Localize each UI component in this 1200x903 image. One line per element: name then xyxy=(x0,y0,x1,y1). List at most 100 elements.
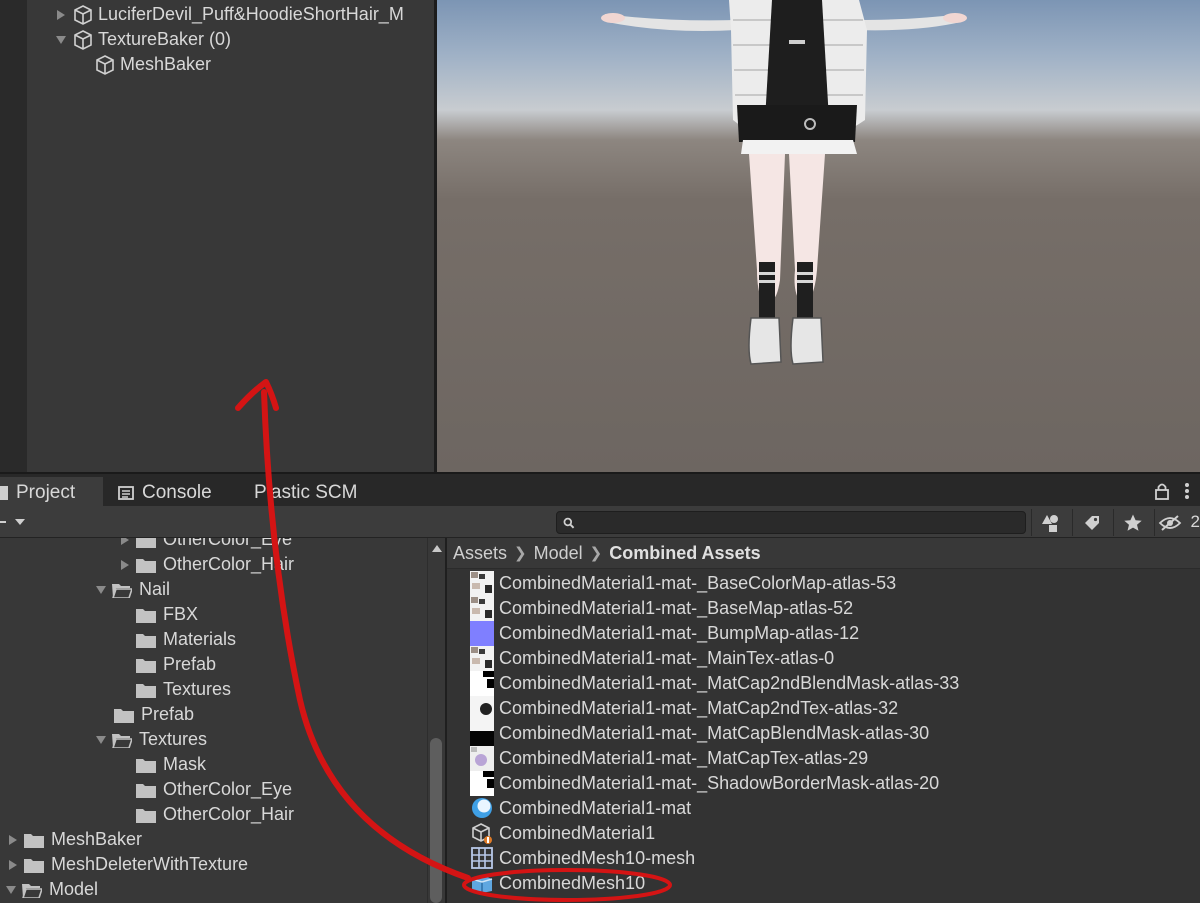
mask-thumbnail-icon xyxy=(470,721,494,746)
breadcrumb-current[interactable]: Combined Assets xyxy=(609,543,760,564)
collapsed-arrow-icon[interactable] xyxy=(118,558,132,572)
texture-thumbnail-icon xyxy=(470,596,494,621)
tree-item-label: Materials xyxy=(163,629,237,649)
folder-icon xyxy=(136,808,156,823)
asset-item[interactable]: CombinedMaterial1-mat-_ShadowBorderMask-… xyxy=(469,771,939,796)
texture-thumbnail-icon xyxy=(470,571,494,596)
asset-item[interactable]: CombinedMaterial1-mat-_MatCap2ndTex-atla… xyxy=(469,696,898,721)
folder-icon xyxy=(136,538,156,548)
tree-item-label: MeshBaker xyxy=(51,829,143,849)
avatar-model[interactable] xyxy=(437,0,1200,472)
asset-item[interactable]: CombinedMaterial1-mat-_MatCapBlendMask-a… xyxy=(469,721,929,746)
asset-item[interactable]: CombinedMaterial1-mat-_BaseColorMap-atla… xyxy=(469,571,896,596)
hierarchy-item[interactable]: TextureBaker (0) xyxy=(54,27,231,52)
asset-item-label: CombinedMaterial1 xyxy=(499,823,656,843)
eye-hidden-icon xyxy=(1158,514,1181,531)
scroll-up-arrow-icon[interactable] xyxy=(431,544,443,553)
asset-item[interactable]: CombinedMesh10 xyxy=(469,871,645,896)
breadcrumb-item[interactable]: Model xyxy=(534,543,583,564)
tree-item-label: OtherColor_Hair xyxy=(163,554,295,574)
create-dropdown[interactable] xyxy=(0,512,26,532)
tree-item[interactable]: OtherColor_Eye xyxy=(118,538,292,552)
mesh-grid-icon xyxy=(471,847,493,869)
asset-item[interactable]: CombinedMaterial1-mat xyxy=(469,796,691,821)
tree-item-label: OtherColor_Eye xyxy=(163,779,293,799)
project-toolbar: 2 xyxy=(0,506,1200,538)
chevron-right-icon: ❯ xyxy=(589,545,603,562)
tab-label: Plastic SCM xyxy=(254,481,358,503)
asset-item-label: CombinedMesh10-mesh xyxy=(499,848,696,868)
tab-plastic-scm[interactable]: Plastic SCM xyxy=(244,477,384,508)
hierarchy-item-label: LuciferDevil_Puff&HoodieShortHair_M xyxy=(98,4,404,24)
folder-icon xyxy=(136,783,156,798)
hierarchy-item[interactable]: MeshBaker xyxy=(94,52,211,77)
folder-tree-scrollbar[interactable] xyxy=(427,538,445,903)
tab-label: Project xyxy=(16,481,76,503)
favorites-button[interactable] xyxy=(1113,509,1151,536)
mask-thumbnail-icon xyxy=(470,671,494,696)
expanded-arrow-icon[interactable] xyxy=(94,583,108,597)
tree-item[interactable]: Mask xyxy=(136,752,206,777)
asset-item-label: CombinedMaterial1-mat-_BaseMap-atlas-52 xyxy=(499,598,854,618)
open-folder-icon xyxy=(22,883,42,898)
asset-item[interactable]: CombinedMesh10-mesh xyxy=(469,846,695,871)
tree-item[interactable]: FBX xyxy=(136,602,198,627)
asset-item[interactable]: CombinedMaterial1 xyxy=(469,821,655,846)
asset-item[interactable]: CombinedMaterial1-mat-_MatCap2ndBlendMas… xyxy=(469,671,959,696)
hierarchy-item[interactable]: LuciferDevil_Puff&HoodieShortHair_M xyxy=(54,2,404,27)
asset-item-label: CombinedMaterial1-mat-_MatCap2ndTex-atla… xyxy=(499,698,899,718)
tree-item[interactable]: Prefab xyxy=(114,702,194,727)
collapsed-arrow-icon[interactable] xyxy=(118,538,132,547)
tree-item[interactable]: Textures xyxy=(94,727,207,752)
tree-item[interactable]: Textures xyxy=(136,677,231,702)
tree-item-label: Prefab xyxy=(163,654,217,674)
breadcrumb: Assets ❯ Model ❯ Combined Assets xyxy=(447,538,1200,569)
more-options-icon[interactable] xyxy=(1184,482,1190,500)
folder-icon xyxy=(136,633,156,648)
filter-by-type-button[interactable] xyxy=(1031,509,1069,536)
tree-item[interactable]: OtherColor_Hair xyxy=(136,802,294,827)
asset-item[interactable]: CombinedMaterial1-mat-_MatCapTex-atlas-2… xyxy=(469,746,868,771)
tree-item-label: Model xyxy=(49,879,99,899)
search-input[interactable] xyxy=(580,514,1025,531)
project-folder-tree: OtherColor_Eye OtherColor_Hair Nail FBX … xyxy=(0,538,427,903)
collapsed-arrow-icon[interactable] xyxy=(54,8,68,22)
material-sphere-icon xyxy=(472,798,492,818)
tree-item[interactable]: Nail xyxy=(94,577,170,602)
asset-item-label: CombinedMaterial1-mat-_BumpMap-atlas-12 xyxy=(499,623,860,643)
asset-item[interactable]: CombinedMaterial1-mat-_MainTex-atlas-0 xyxy=(469,646,834,671)
tree-item[interactable]: MeshDeleterWithTexture xyxy=(6,852,248,877)
scene-view[interactable] xyxy=(437,0,1200,472)
mask-thumbnail-icon xyxy=(470,771,494,796)
collapsed-arrow-icon[interactable] xyxy=(6,858,20,872)
tab-console[interactable]: Console xyxy=(108,477,238,508)
scrollbar-thumb[interactable] xyxy=(430,738,442,903)
asset-item-label: CombinedMaterial1-mat-_MainTex-atlas-0 xyxy=(499,648,835,668)
tree-item-label: Mask xyxy=(163,754,207,774)
tree-item[interactable]: MeshBaker xyxy=(6,827,142,852)
tree-item[interactable]: OtherColor_Hair xyxy=(118,552,294,577)
tree-item[interactable]: Materials xyxy=(136,627,236,652)
search-field[interactable] xyxy=(556,511,1026,534)
breadcrumb-item[interactable]: Assets xyxy=(453,543,507,564)
expanded-arrow-icon[interactable] xyxy=(94,733,108,747)
tree-item[interactable]: Model xyxy=(4,877,98,902)
tab-project[interactable]: Project xyxy=(0,477,103,508)
hierarchy-item-label: TextureBaker (0) xyxy=(98,29,232,49)
filter-by-label-button[interactable] xyxy=(1072,509,1110,536)
hierarchy-panel: LuciferDevil_Puff&HoodieShortHair_M Text… xyxy=(0,0,434,472)
hidden-packages-toggle[interactable] xyxy=(1154,509,1184,536)
folder-icon xyxy=(136,658,156,673)
expanded-arrow-icon[interactable] xyxy=(4,883,18,897)
asset-item[interactable]: CombinedMaterial1-mat-_BaseMap-atlas-52 xyxy=(469,596,853,621)
asset-item-label: CombinedMaterial1-mat-_MatCapTex-atlas-2… xyxy=(499,748,869,768)
tree-item[interactable]: OtherColor_Eye xyxy=(136,777,292,802)
folder-icon xyxy=(136,683,156,698)
tree-item-label: OtherColor_Eye xyxy=(163,538,293,549)
collapsed-arrow-icon[interactable] xyxy=(6,833,20,847)
expanded-arrow-icon[interactable] xyxy=(54,33,68,47)
lock-icon[interactable] xyxy=(1154,482,1170,500)
tree-item[interactable]: Prefab xyxy=(136,652,216,677)
tree-item-label: Textures xyxy=(139,729,208,749)
asset-item[interactable]: CombinedMaterial1-mat-_BumpMap-atlas-12 xyxy=(469,621,859,646)
